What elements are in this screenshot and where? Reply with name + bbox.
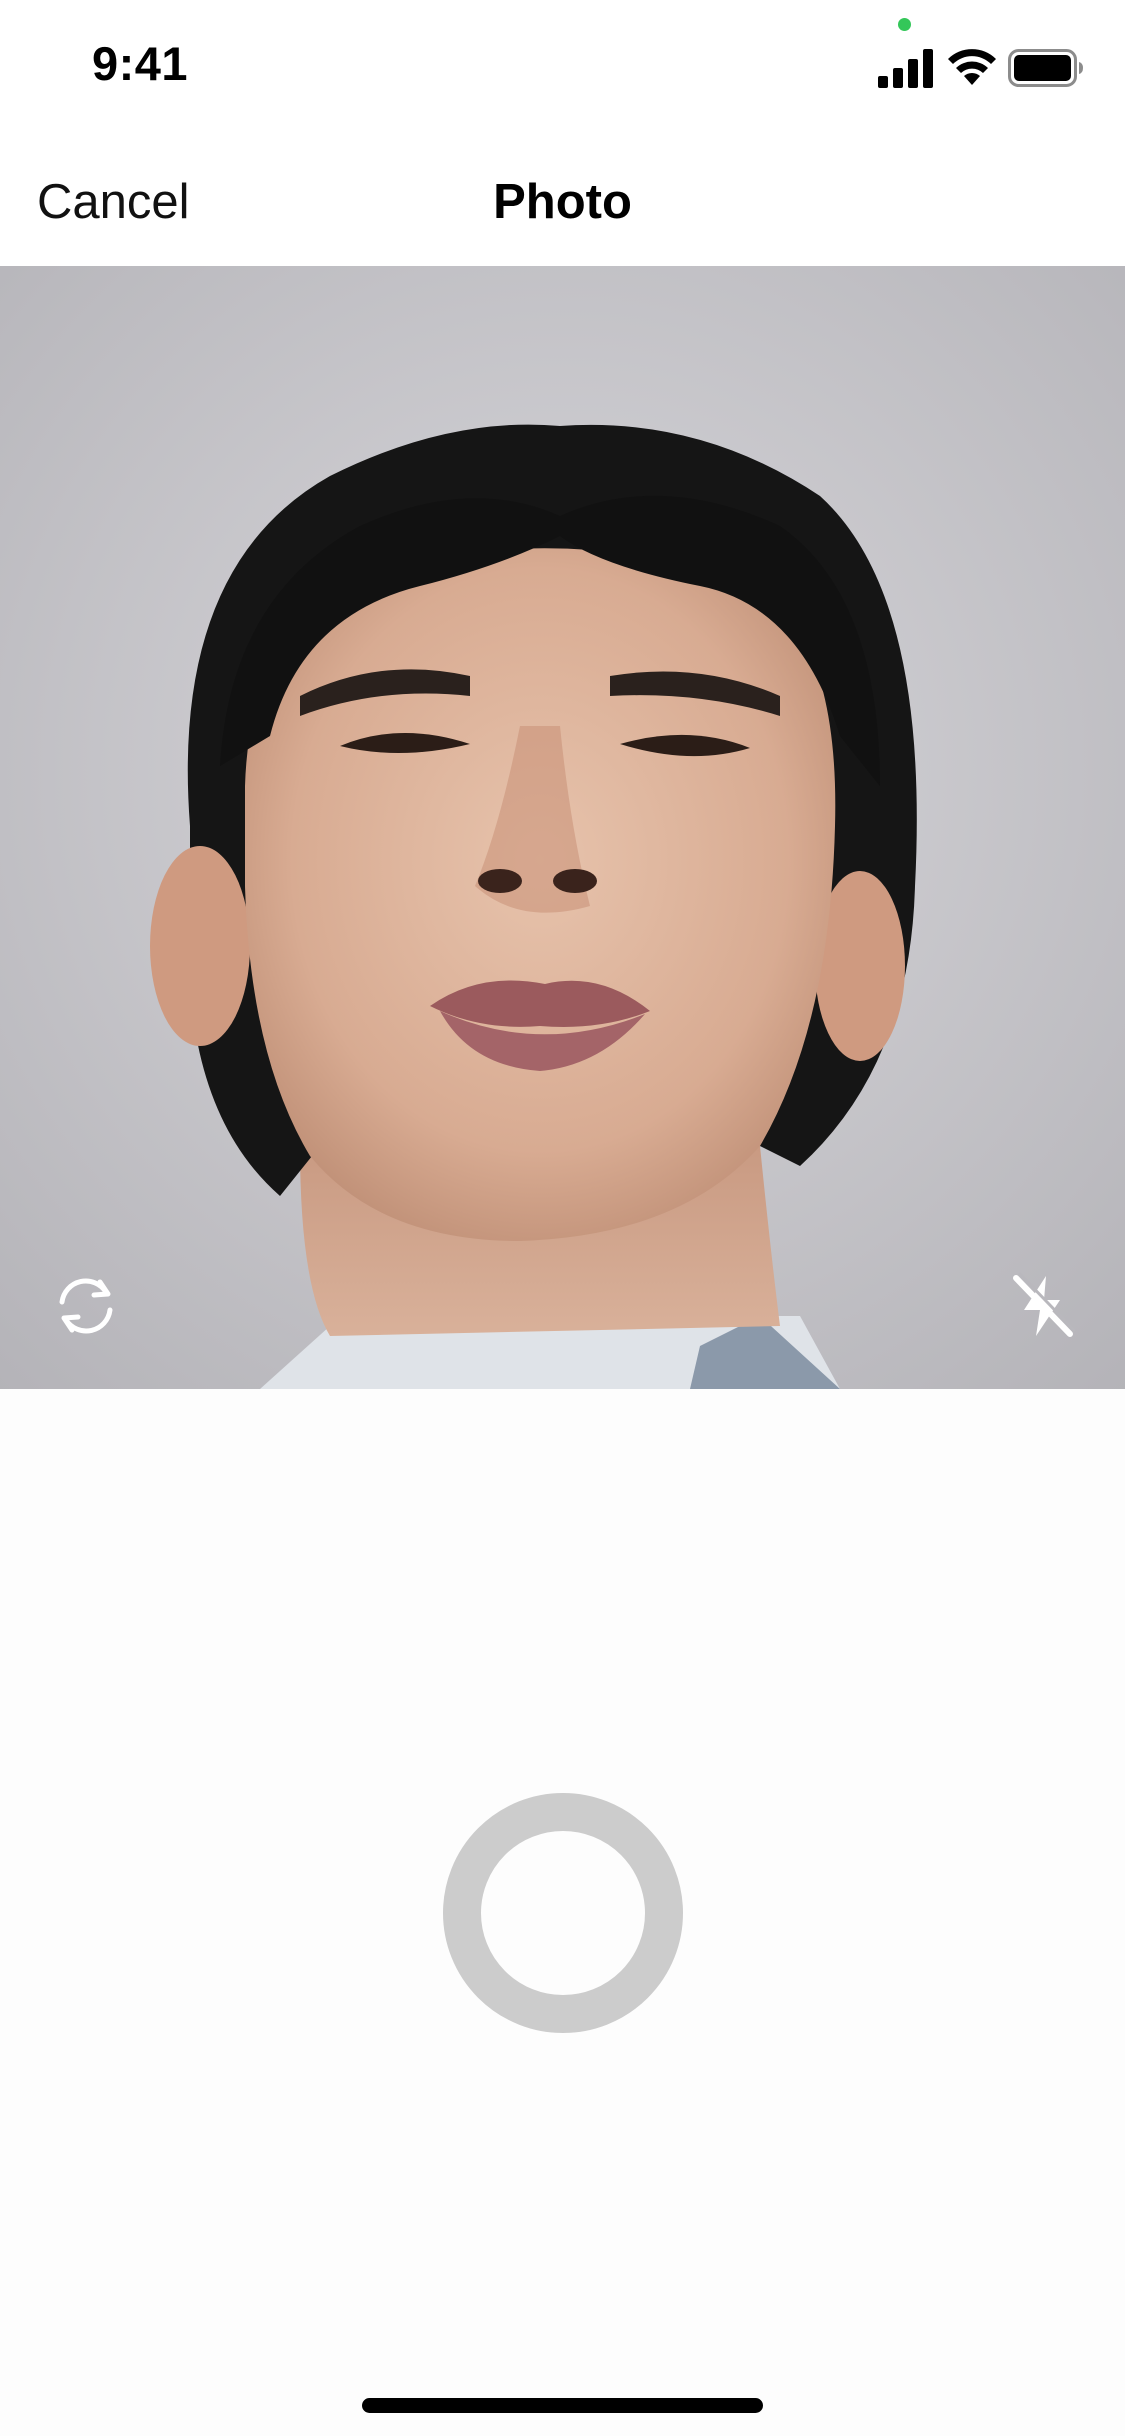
status-time: 9:41 [92, 37, 189, 90]
home-indicator[interactable] [362, 2398, 763, 2413]
status-bar: 9:41 [0, 0, 1125, 140]
page-title: Photo [493, 175, 632, 229]
flash-off-icon[interactable] [1004, 1268, 1080, 1344]
flip-camera-icon[interactable] [48, 1268, 124, 1344]
battery-icon [1008, 49, 1083, 87]
cellular-signal-icon [878, 49, 933, 88]
shutter-button[interactable] [443, 1793, 683, 2033]
navigation-bar: Cancel Photo [0, 140, 1125, 266]
wifi-icon [948, 49, 996, 85]
privacy-indicator-dot [898, 18, 911, 31]
camera-preview-image [0, 266, 1125, 1389]
camera-preview [0, 266, 1125, 1389]
